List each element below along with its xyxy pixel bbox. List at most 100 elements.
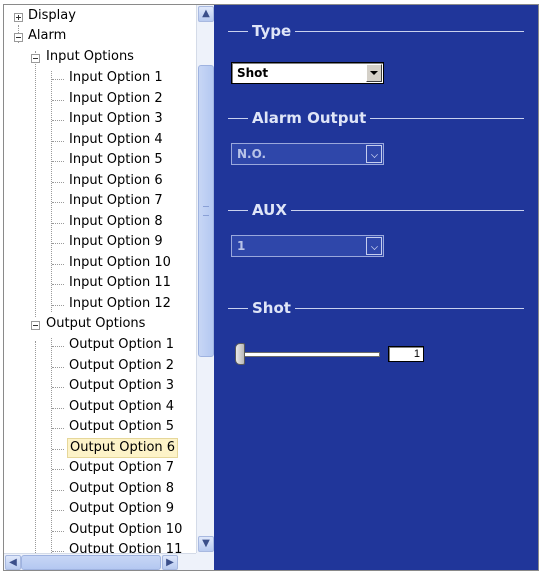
tree-connector <box>52 551 64 552</box>
tree-node-input-option[interactable]: Input Option 9 <box>4 233 196 253</box>
type-dropdown-value: Shot <box>237 66 269 80</box>
tree-connector <box>52 448 64 450</box>
tree-node-input-option[interactable]: Input Option 10 <box>4 254 196 274</box>
tree-connector <box>52 469 64 470</box>
tree-node-display[interactable]: Display <box>4 7 196 27</box>
tree-node-label: Output Options <box>46 316 146 331</box>
tree-connector <box>52 202 64 203</box>
tree-node-output-option[interactable]: Output Option 9 <box>4 500 196 520</box>
tree-connector <box>52 530 64 532</box>
tree-connector <box>52 387 64 388</box>
alarm-output-group-title: Alarm Output <box>248 109 371 127</box>
tree-node-label: Output Option 10 <box>69 521 183 537</box>
tree-node-input-option[interactable]: Input Option 3 <box>4 110 196 130</box>
tree-node-label: Output Option 7 <box>69 460 175 475</box>
shot-slider-track[interactable] <box>238 352 380 357</box>
options-window: Display Alarm Input Options Input Option… <box>3 4 539 571</box>
tree-node-label: Output Option 4 <box>69 398 175 414</box>
collapse-icon[interactable] <box>31 54 40 63</box>
scroll-left-arrow-icon[interactable]: ◀ <box>5 555 21 570</box>
tree-node-input-option[interactable]: Input Option 7 <box>4 192 196 212</box>
scroll-down-arrow-icon[interactable]: ▼ <box>198 536 214 552</box>
tree-node-label: Input Option 10 <box>69 254 171 270</box>
tree-horizontal-scrollbar[interactable]: ◀ ▶ <box>4 553 196 570</box>
tree-connector <box>52 140 64 142</box>
tree-connector <box>52 407 64 409</box>
tree-node-label: Input Option 9 <box>69 234 163 249</box>
tree-node-label: Output Option 8 <box>69 480 175 496</box>
tree-node-input-option[interactable]: Input Option 12 <box>4 295 196 315</box>
aux-dropdown: 1 <box>231 235 384 257</box>
shot-value-field[interactable]: 1 <box>388 346 424 362</box>
tree-node-label: Output Option 11 <box>69 542 183 553</box>
tree-connector <box>52 161 64 162</box>
tree-node-output-option[interactable]: Output Option 2 <box>4 357 196 377</box>
tree-node-alarm[interactable]: Alarm <box>4 27 196 47</box>
tree-connector <box>52 428 64 429</box>
tree-node-output-option[interactable]: Output Option 1 <box>4 336 196 356</box>
tree-node-label: Input Option 11 <box>69 275 171 290</box>
tree-node-label: Output Option 6 <box>67 437 179 458</box>
type-dropdown[interactable]: Shot <box>231 62 384 84</box>
tree-vertical-scrollbar[interactable]: ▲ ▼ <box>196 5 214 553</box>
collapse-icon[interactable] <box>31 321 40 330</box>
tree-node-input-option[interactable]: Input Option 2 <box>4 90 196 110</box>
tree-node-input-option[interactable]: Input Option 8 <box>4 213 196 233</box>
tree-node-output-option[interactable]: Output Option 11 <box>4 541 196 553</box>
tree-node-label: Display <box>28 8 76 23</box>
scrollbar-thumb[interactable] <box>198 65 214 357</box>
tree-node-label: Output Option 2 <box>69 357 175 373</box>
alarm-output-dropdown-value: N.O. <box>237 147 267 161</box>
tree-node-label: Alarm <box>28 28 67 43</box>
tree-node-output-option[interactable]: Output Option 8 <box>4 480 196 500</box>
tree-node-label: Input Option 8 <box>69 213 163 229</box>
aux-dropdown-value: 1 <box>237 239 246 253</box>
options-tree: Display Alarm Input Options Input Option… <box>4 5 196 553</box>
tree-connector <box>52 304 64 306</box>
grip-icon <box>203 206 209 216</box>
tree-connector <box>52 181 64 183</box>
tree-connector <box>52 366 64 368</box>
tree-connector <box>52 243 64 244</box>
scroll-right-arrow-icon[interactable]: ▶ <box>162 555 178 570</box>
tree-node-output-options[interactable]: Output Options <box>4 315 196 335</box>
tree-node-label: Output Option 9 <box>69 501 175 516</box>
tree-node-output-option[interactable]: Output Option 4 <box>4 398 196 418</box>
tree-node-label: Input Option 7 <box>69 193 163 208</box>
tree-node-output-option[interactable]: Output Option 7 <box>4 459 196 479</box>
chevron-down-icon[interactable] <box>366 64 382 82</box>
tree-node-label: Input Option 1 <box>69 70 163 85</box>
tree-node-label: Output Option 3 <box>69 378 175 393</box>
shot-slider-thumb[interactable] <box>235 343 245 365</box>
tree-node-label: Input Option 12 <box>69 295 171 311</box>
tree-node-input-options[interactable]: Input Options <box>4 48 196 68</box>
tree-node-input-option[interactable]: Input Option 6 <box>4 172 196 192</box>
settings-panel: Type Shot Alarm Output N.O. AUX 1 Shot 1 <box>214 5 538 570</box>
tree-node-input-option[interactable]: Input Option 11 <box>4 274 196 294</box>
aux-group-title: AUX <box>248 201 291 219</box>
tree-node-output-option[interactable]: Output Option 10 <box>4 521 196 541</box>
tree-node-output-option[interactable]: Output Option 5 <box>4 418 196 438</box>
scroll-up-arrow-icon[interactable]: ▲ <box>198 6 214 22</box>
tree-node-label: Input Options <box>46 49 134 64</box>
tree-connector <box>52 263 64 265</box>
shot-group-title: Shot <box>248 299 295 317</box>
collapse-icon[interactable] <box>14 33 23 42</box>
type-group-title: Type <box>248 22 296 40</box>
tree-node-output-option[interactable]: Output Option 6 <box>4 437 196 459</box>
tree-node-input-option[interactable]: Input Option 4 <box>4 131 196 151</box>
scrollbar-thumb[interactable] <box>21 555 161 570</box>
tree-connector <box>52 79 64 80</box>
tree-node-label: Output Option 1 <box>69 337 175 352</box>
tree-connector <box>52 346 64 347</box>
tree-connector <box>52 99 64 101</box>
tree-connector <box>52 489 64 491</box>
tree-node-label: Input Option 6 <box>69 172 163 188</box>
expand-icon[interactable] <box>14 13 23 22</box>
alarm-output-dropdown: N.O. <box>231 143 384 165</box>
tree-connector <box>52 120 64 121</box>
tree-node-input-option[interactable]: Input Option 5 <box>4 151 196 171</box>
tree-node-output-option[interactable]: Output Option 3 <box>4 377 196 397</box>
tree-node-label: Input Option 3 <box>69 111 163 126</box>
tree-node-input-option[interactable]: Input Option 1 <box>4 69 196 89</box>
